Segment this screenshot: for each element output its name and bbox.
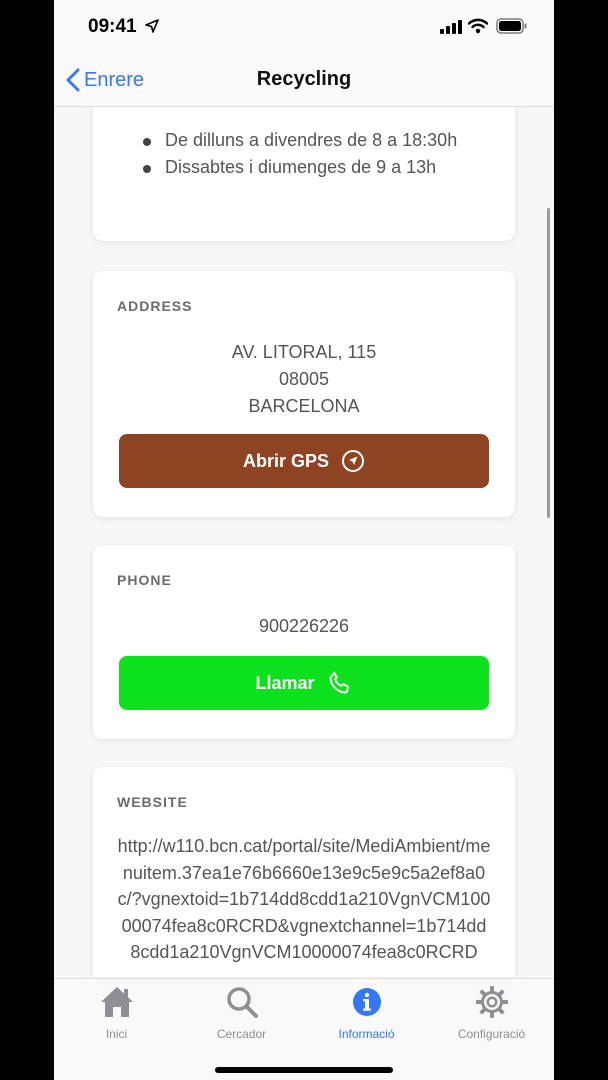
navigation-bar: Enrere Recycling: [54, 52, 554, 107]
call-label: Llamar: [255, 672, 315, 693]
address-line-street: AV. LITORAL, 115: [231, 342, 377, 362]
phone-screen: 09:41 Enrere Recycling De dilluns a dive…: [54, 0, 554, 1080]
address-line-city: BARCELONA: [248, 396, 360, 416]
tab-label: Inici: [105, 1027, 128, 1041]
tab-label: Informació: [338, 1027, 395, 1041]
phone-label: PHONE: [117, 572, 172, 588]
vertical-scrollbar[interactable]: [547, 208, 550, 518]
tab-label: Cercador: [216, 1027, 267, 1041]
website-link[interactable]: http://w110.bcn.cat/portal/site/MediAmbi…: [117, 833, 491, 966]
wifi-icon: [468, 18, 488, 34]
location-arrow-icon: [145, 19, 159, 33]
battery-icon: [496, 18, 527, 34]
tab-bar: Inici Cercador Informació Configuració: [54, 978, 554, 1080]
hours-item: De dilluns a divendres de 8 a 18:30h: [143, 127, 457, 154]
website-card: WEBSITE http://w110.bcn.cat/portal/site/…: [93, 767, 515, 977]
phone-card: PHONE 900226226 Llamar: [93, 545, 515, 739]
status-bar: 09:41: [54, 0, 554, 52]
home-indicator[interactable]: [215, 1067, 393, 1073]
hours-list: De dilluns a divendres de 8 a 18:30h Dis…: [143, 127, 457, 181]
tab-cercador[interactable]: Cercador: [179, 985, 304, 1045]
address-line-postcode: 08005: [278, 369, 330, 389]
tab-informacio[interactable]: Informació: [304, 985, 429, 1045]
page-title: Recycling: [256, 68, 352, 90]
hours-item: Dissabtes i diumenges de 9 a 13h: [143, 154, 457, 181]
address-label: ADDRESS: [117, 298, 193, 314]
search-icon: [226, 987, 258, 1018]
scroll-content[interactable]: De dilluns a divendres de 8 a 18:30h Dis…: [54, 107, 554, 977]
address-card: ADDRESS AV. LITORAL, 115 08005 BARCELONA…: [93, 271, 515, 517]
navigation-icon: [342, 450, 365, 472]
hours-card: De dilluns a divendres de 8 a 18:30h Dis…: [93, 107, 515, 241]
status-time: 09:41: [88, 16, 137, 37]
tab-inici[interactable]: Inici: [54, 985, 179, 1045]
cellular-signal-icon: [440, 20, 462, 34]
phone-number: 900226226: [258, 616, 350, 636]
open-gps-label: Abrir GPS: [242, 450, 330, 471]
gear-icon: [475, 986, 508, 1018]
call-button[interactable]: Llamar: [119, 656, 489, 710]
open-gps-button[interactable]: Abrir GPS: [119, 434, 489, 488]
phone-icon: [329, 671, 349, 694]
tab-label: Configuració: [457, 1027, 526, 1041]
info-icon: [352, 988, 381, 1016]
website-label: WEBSITE: [117, 794, 188, 810]
tab-configuracio[interactable]: Configuració: [429, 985, 554, 1045]
home-icon: [100, 987, 133, 1017]
